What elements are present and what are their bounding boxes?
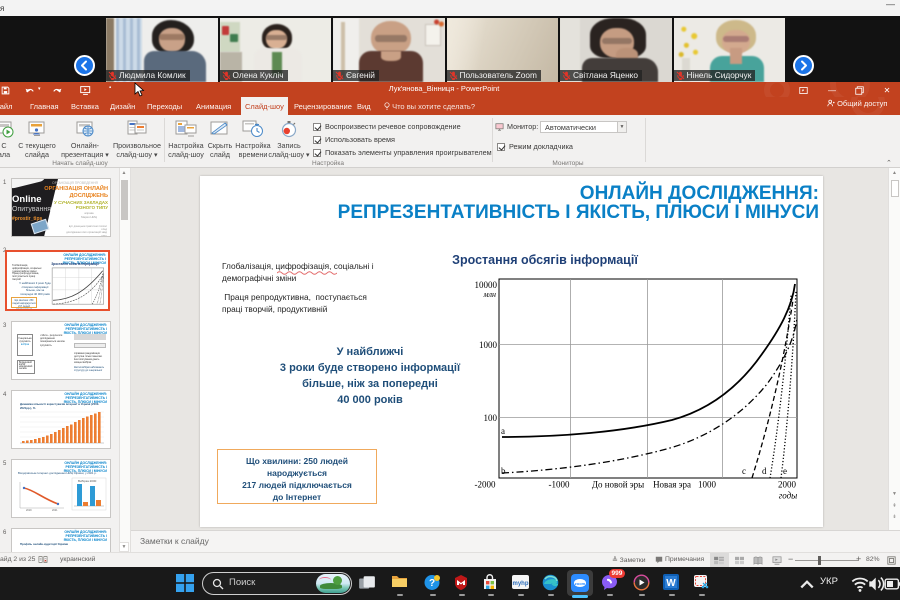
svg-text:2021: 2021: [52, 509, 58, 512]
svg-text:-2000: -2000: [475, 480, 496, 490]
svg-text:myhp: myhp: [512, 581, 528, 587]
svg-text:10000: 10000: [475, 280, 498, 290]
svg-text:Вибірка 2000: Вибірка 2000: [78, 479, 97, 483]
svg-text:?: ?: [429, 578, 435, 589]
svg-text:млн: млн: [482, 290, 496, 299]
svg-text:1000: 1000: [698, 480, 717, 490]
svg-text:годы: годы: [779, 491, 798, 501]
svg-text:e: e: [783, 466, 787, 476]
svg-text:1000: 1000: [479, 340, 498, 350]
svg-text:d: d: [762, 466, 767, 476]
svg-text:c: c: [742, 466, 746, 476]
svg-text:-1000: -1000: [549, 480, 570, 490]
svg-text:zoom: zoom: [575, 581, 586, 586]
svg-text:a: a: [501, 426, 505, 436]
svg-text:Новая эра: Новая эра: [653, 480, 691, 490]
svg-text:W: W: [666, 578, 676, 589]
svg-text:2000: 2000: [778, 480, 797, 490]
svg-text:2019: 2019: [26, 509, 32, 512]
svg-text:b: b: [501, 466, 506, 476]
svg-text:100: 100: [484, 413, 498, 423]
svg-text:До новой эры: До новой эры: [592, 480, 644, 490]
